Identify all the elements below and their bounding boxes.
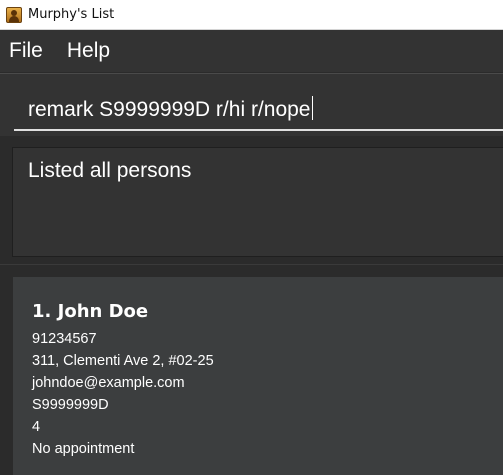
title-bar: Murphy's List xyxy=(0,0,503,30)
command-box: remark S9999999D r/hi r/nope xyxy=(0,73,503,136)
person-address: 311, Clementi Ave 2, #02-25 xyxy=(32,353,214,369)
menu-bar: File Help xyxy=(0,30,503,72)
window-title: Murphy's List xyxy=(28,7,115,22)
command-input-text: remark S9999999D r/hi r/nope xyxy=(28,96,313,122)
menu-help[interactable]: Help xyxy=(55,39,122,63)
person-list-panel[interactable]: 1. John Doe 91234567 311, Clementi Ave 2… xyxy=(0,264,503,475)
person-phone: 91234567 xyxy=(32,331,97,347)
person-name: 1. John Doe xyxy=(32,301,149,322)
person-appointment: No appointment xyxy=(32,441,135,457)
result-message: Listed all persons xyxy=(28,159,192,182)
command-value: remark S9999999D r/hi r/nope xyxy=(28,98,311,121)
person-nric: S9999999D xyxy=(32,397,109,413)
menu-file[interactable]: File xyxy=(0,39,55,63)
text-caret xyxy=(311,96,313,120)
person-card[interactable]: 1. John Doe 91234567 311, Clementi Ave 2… xyxy=(13,277,503,475)
person-app-icon xyxy=(6,6,22,23)
result-display: Listed all persons xyxy=(12,147,503,257)
person-email: johndoe@example.com xyxy=(32,375,185,391)
person-remark: 4 xyxy=(32,419,41,435)
